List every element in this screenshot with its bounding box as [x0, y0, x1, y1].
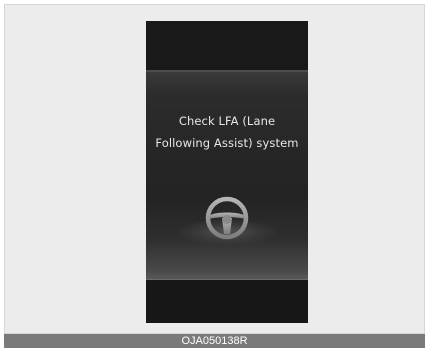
warning-message: Check LFA (Lane Following Assist) system — [146, 110, 308, 154]
figure-frame: Check LFA (Lane Following Assist) system — [4, 4, 425, 334]
warning-message-line1: Check LFA (Lane — [178, 114, 276, 128]
display-top-band — [146, 21, 308, 70]
steering-wheel-icon — [205, 196, 249, 240]
caption-bar: OJA050138R — [4, 334, 425, 348]
instrument-cluster-display: Check LFA (Lane Following Assist) system — [146, 21, 308, 323]
display-message-panel — [146, 70, 308, 280]
display-bottom-band — [146, 280, 308, 323]
warning-message-line2: Following Assist) system — [155, 136, 299, 150]
figure-caption: OJA050138R — [181, 335, 248, 347]
